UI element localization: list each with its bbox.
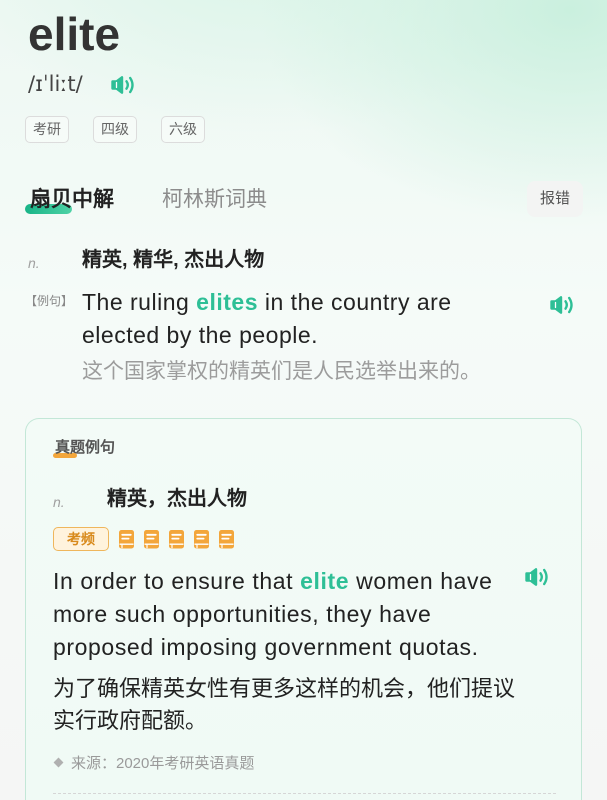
exam-example-card: 真题例句 n. 精英，杰出人物 考频 In order to ensure th…	[25, 418, 582, 800]
example-text-before: The ruling	[82, 289, 197, 315]
card-meaning: 精英，杰出人物	[107, 488, 247, 510]
definition-meaning: 精英, 精华, 杰出人物	[82, 249, 265, 271]
speaker-icon	[111, 76, 134, 94]
example-highlight-word: elites	[196, 289, 258, 315]
exam-sentence-translation: 为了确保精英女性有更多这样的机会，他们提议实行政府配额。	[53, 676, 516, 733]
example-pronounce-button[interactable]	[549, 294, 575, 316]
exam-highlight-word: elite	[300, 568, 350, 594]
exam-sentence: In order to ensure that elite women have…	[53, 565, 515, 664]
speaker-icon	[525, 568, 548, 586]
frequency-books	[118, 529, 236, 550]
report-error-button[interactable]: 报错	[527, 181, 583, 217]
book-icon	[218, 529, 236, 550]
tag-cet6: 六级	[161, 116, 205, 143]
book-icon	[143, 529, 161, 550]
part-of-speech: n.	[28, 255, 40, 271]
exam-sentence-pronounce-button[interactable]	[524, 566, 550, 588]
dashed-divider	[53, 793, 556, 794]
tag-kaoyan: 考研	[25, 116, 69, 143]
book-icon	[118, 529, 136, 550]
word-detail-screen: elite /ɪˈliːt/ 考研 四级 六级 扇贝中解 柯林斯词典 报错 n.…	[0, 0, 607, 800]
source-line: 来源：2020年考研英语真题	[53, 753, 255, 772]
example-sentence: The ruling elites in the country are ele…	[82, 286, 502, 352]
headword: elite	[28, 8, 121, 60]
tag-cet4: 四级	[93, 116, 137, 143]
frequency-badge: 考频	[53, 527, 109, 551]
tab-shanbay-definition[interactable]: 扇贝中解	[30, 185, 114, 215]
card-part-of-speech: n.	[53, 494, 65, 510]
book-icon	[193, 529, 211, 550]
card-title: 真题例句	[55, 439, 116, 456]
speaker-icon	[550, 296, 573, 314]
example-label: 【例句】	[25, 294, 74, 308]
exam-tags: 考研 四级 六级	[25, 116, 205, 143]
phonetic: /ɪˈliːt/	[28, 72, 83, 96]
book-icon	[168, 529, 186, 550]
tab-collins-dictionary[interactable]: 柯林斯词典	[162, 185, 267, 215]
diamond-icon	[53, 757, 64, 767]
example-translation: 这个国家掌权的精英们是人民选举出来的。	[82, 360, 481, 383]
exam-text-before: In order to ensure that	[53, 568, 301, 594]
source-text: 来源：2020年考研英语真题	[71, 754, 255, 772]
word-pronounce-button[interactable]	[110, 74, 136, 96]
